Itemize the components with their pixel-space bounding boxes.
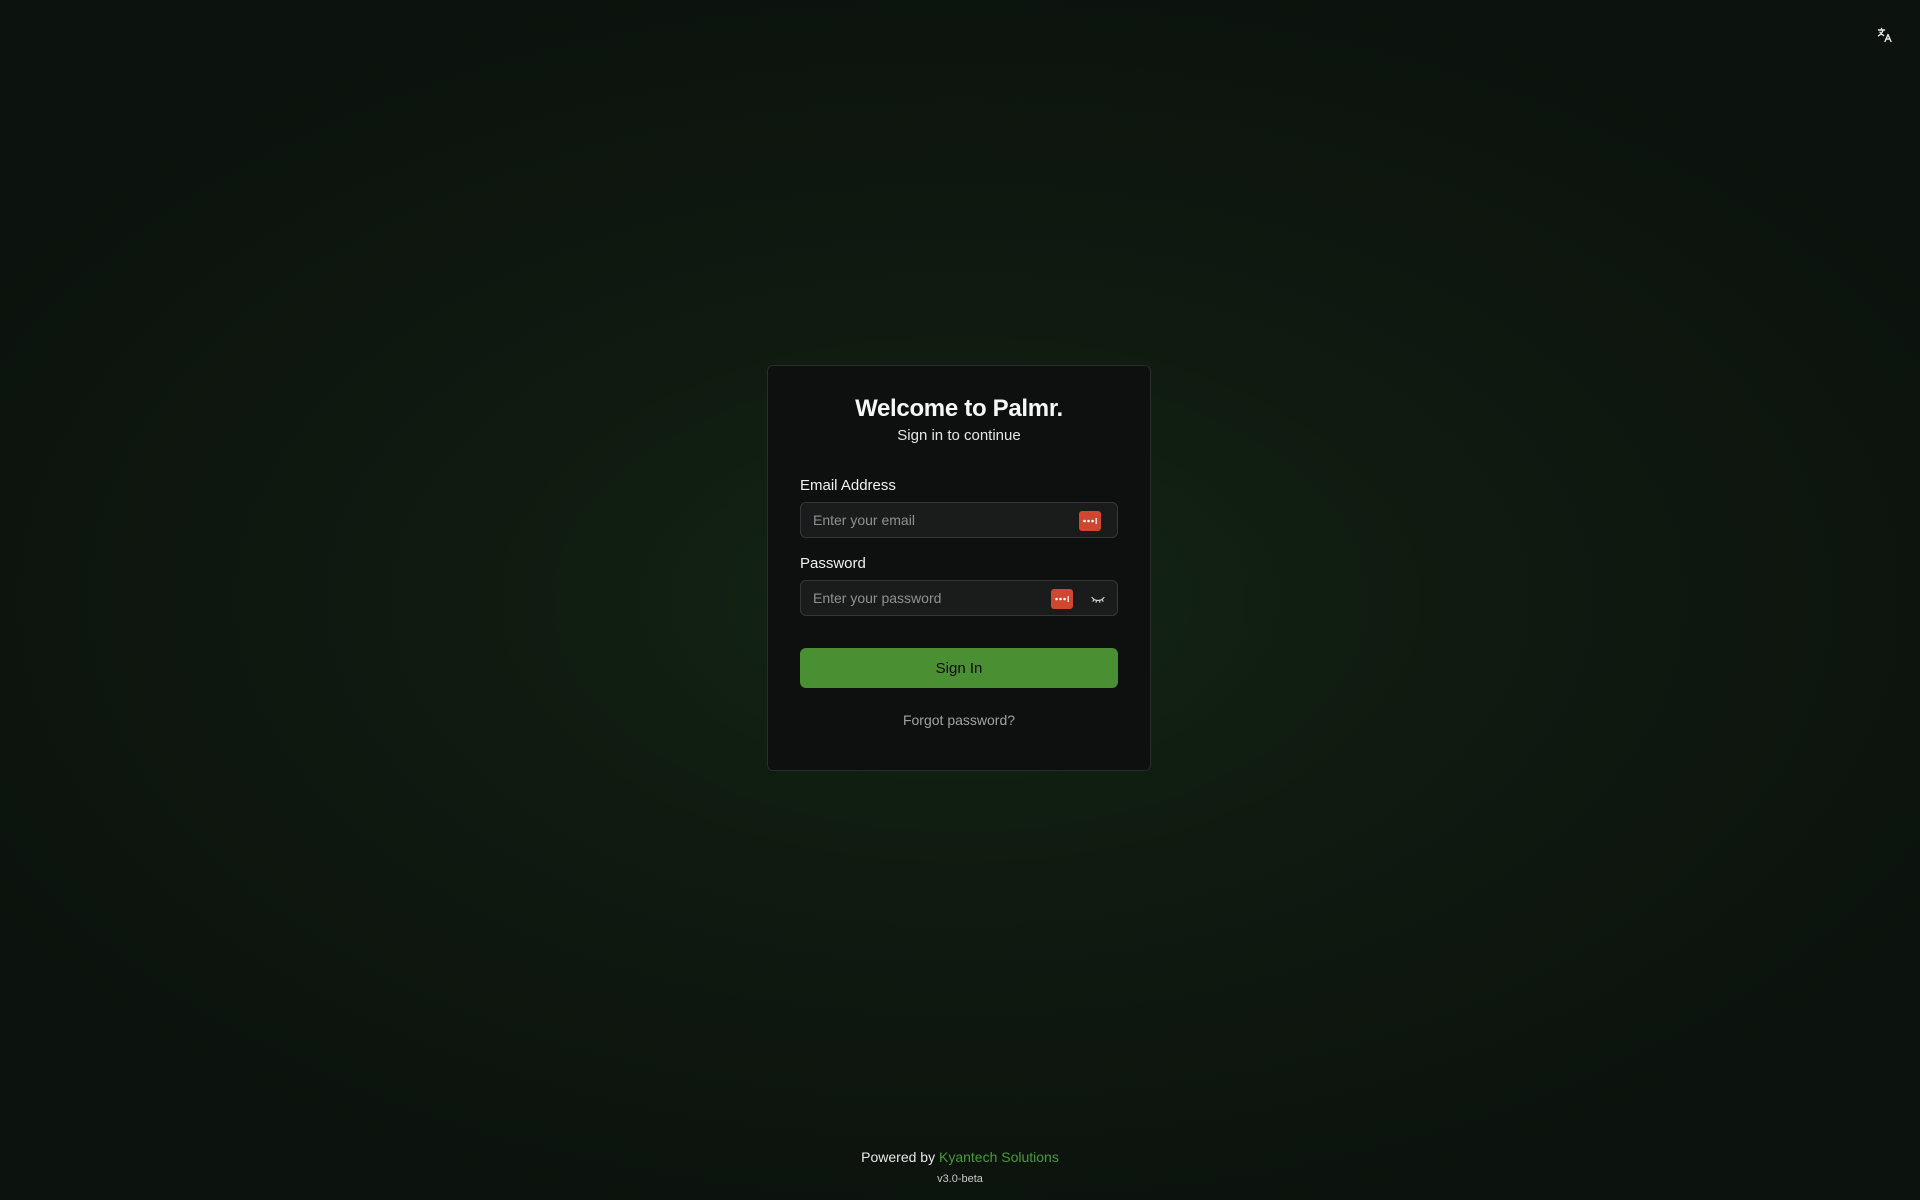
kyantech-link[interactable]: Kyantech Solutions <box>939 1149 1059 1165</box>
page-title: Welcome to Palmr. <box>855 395 1063 422</box>
translate-icon <box>1877 27 1892 43</box>
powered-by-prefix: Powered by <box>861 1149 936 1165</box>
toggle-password-visibility-button[interactable] <box>1089 590 1107 608</box>
password-manager-icon[interactable] <box>1079 511 1101 531</box>
powered-by-text: Powered by Kyantech Solutions <box>0 1148 1920 1166</box>
forgot-password-link[interactable]: Forgot password? <box>800 712 1118 728</box>
sign-in-button[interactable]: Sign In <box>800 648 1118 688</box>
password-manager-icon[interactable] <box>1051 589 1073 609</box>
login-card: Welcome to Palmr. Sign in to continue Em… <box>767 365 1151 771</box>
footer: Powered by Kyantech Solutions v3.0-beta <box>0 1148 1920 1186</box>
version-label: v3.0-beta <box>937 1173 983 1185</box>
password-field-wrapper <box>800 580 1118 616</box>
eye-closed-icon <box>1091 596 1105 603</box>
email-label: Email Address <box>800 477 896 494</box>
language-switcher-button[interactable] <box>1872 22 1898 48</box>
password-label: Password <box>800 555 866 572</box>
email-input[interactable] <box>801 503 1117 537</box>
email-field-wrapper <box>800 502 1118 538</box>
page-subtitle: Sign in to continue <box>897 427 1021 444</box>
